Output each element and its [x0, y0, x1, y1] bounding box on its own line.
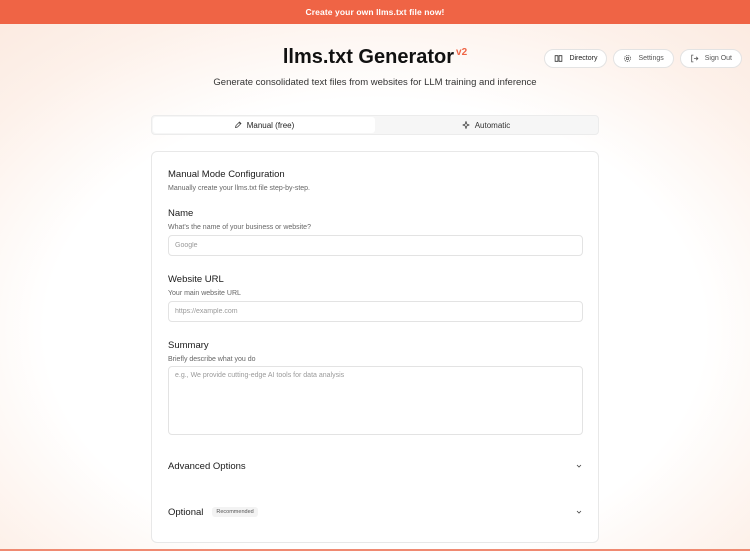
promo-banner[interactable]: Create your own llms.txt file now!	[0, 0, 750, 24]
website-url-input[interactable]	[168, 301, 583, 322]
summary-textarea[interactable]	[168, 366, 583, 435]
sign-out-button[interactable]: Sign Out	[679, 49, 742, 68]
gear-icon	[624, 55, 632, 62]
tab-manual-label: Manual (free)	[246, 120, 295, 130]
name-input[interactable]	[168, 235, 583, 256]
pencil-icon	[234, 121, 242, 128]
manual-config-card: Manual Mode Configuration Manually creat…	[151, 151, 599, 543]
optional-toggle[interactable]: Optional Recommended	[168, 502, 583, 522]
tab-manual[interactable]: Manual (free)	[153, 117, 375, 133]
chevron-down-icon	[576, 464, 582, 468]
name-label: Name	[168, 208, 194, 219]
promo-banner-text[interactable]: Create your own llms.txt file now!	[306, 7, 445, 17]
version-badge: v2	[456, 47, 468, 58]
summary-label: Summary	[168, 340, 209, 351]
summary-hint: Briefly describe what you do	[168, 356, 256, 363]
card-description: Manually create your llms.txt file step-…	[168, 185, 310, 192]
tab-automatic-label: Automatic	[474, 120, 511, 130]
chevron-down-icon	[576, 510, 582, 514]
directory-button[interactable]: Directory	[544, 49, 608, 68]
page-subtitle: Generate consolidated text files from we…	[213, 77, 537, 88]
mode-tabs: Manual (free) Automatic	[151, 115, 599, 135]
sign-out-icon	[691, 54, 699, 63]
name-hint: What's the name of your business or webs…	[168, 224, 311, 231]
website-url-hint: Your main website URL	[168, 290, 241, 297]
card-title: Manual Mode Configuration	[168, 169, 285, 180]
optional-label: Optional	[168, 506, 204, 518]
settings-label: Settings	[638, 55, 664, 62]
website-url-label: Website URL	[168, 274, 224, 285]
sparkle-icon	[461, 121, 470, 129]
page-title-text: llms.txt Generator	[282, 46, 455, 68]
advanced-options-toggle[interactable]: Advanced Options	[168, 456, 583, 476]
recommended-badge: Recommended	[212, 507, 258, 517]
directory-label: Directory	[569, 55, 598, 62]
sign-out-label: Sign Out	[704, 55, 732, 62]
settings-button[interactable]: Settings	[613, 49, 674, 68]
tab-automatic[interactable]: Automatic	[375, 117, 597, 133]
advanced-options-label: Advanced Options	[168, 460, 246, 472]
book-icon	[555, 55, 563, 62]
header-actions: Directory Settings Sign Out	[544, 49, 742, 68]
